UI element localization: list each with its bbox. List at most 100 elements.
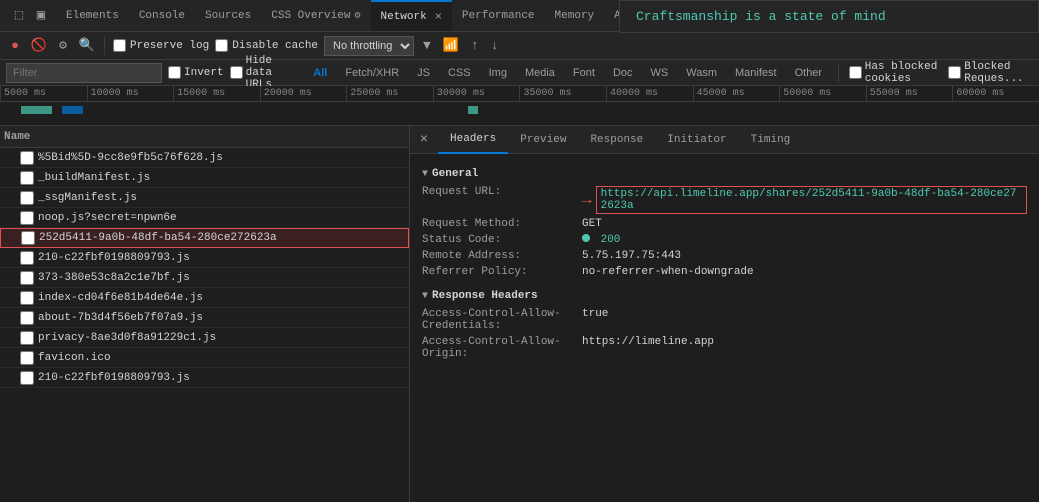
- request-checkbox-0[interactable]: [20, 151, 34, 165]
- has-blocked-cookies-checkbox[interactable]: [849, 66, 862, 79]
- detail-tab-initiator[interactable]: Initiator: [655, 126, 738, 154]
- request-item-5[interactable]: 210-c22fbf0198809793.js: [0, 248, 409, 268]
- filter-fetchxhr-btn[interactable]: Fetch/XHR: [339, 66, 405, 80]
- request-item-9[interactable]: privacy-8ae3d0f8a91229c1.js: [0, 328, 409, 348]
- blocked-requests-label[interactable]: Blocked Reques...: [948, 61, 1033, 85]
- waterfall-bar-3: [468, 106, 478, 114]
- download-icon[interactable]: ↓: [488, 38, 502, 53]
- request-url-row: Request URL: → https://api.limeline.app/…: [422, 184, 1027, 216]
- has-blocked-cookies-label[interactable]: Has blocked cookies: [849, 61, 942, 85]
- main-content: Name %5Bid%5D-9cc8e9fb5c76f628.js _build…: [0, 126, 1039, 502]
- filter-img-btn[interactable]: Img: [483, 66, 513, 80]
- detail-close-button[interactable]: ×: [410, 126, 438, 154]
- tab-sources[interactable]: Sources: [195, 0, 261, 32]
- status-code-value: 200: [582, 234, 1027, 246]
- disable-cache-label[interactable]: Disable cache: [215, 39, 318, 52]
- hide-data-urls-checkbox[interactable]: [230, 66, 243, 79]
- import-button[interactable]: ▼: [420, 38, 434, 53]
- status-dot: [582, 234, 590, 242]
- disable-cache-checkbox[interactable]: [215, 39, 228, 52]
- filter-other-btn[interactable]: Other: [789, 66, 829, 80]
- request-item-11[interactable]: 210-c22fbf0198809793.js: [0, 368, 409, 388]
- upload-icon[interactable]: ↑: [468, 38, 482, 53]
- filter-css-btn[interactable]: CSS: [442, 66, 477, 80]
- request-checkbox-1[interactable]: [20, 171, 34, 185]
- request-name-10: favicon.ico: [38, 352, 405, 364]
- request-checkbox-6[interactable]: [20, 271, 34, 285]
- request-item-8[interactable]: about-7b3d4f56eb7f07a9.js: [0, 308, 409, 328]
- request-checkbox-8[interactable]: [20, 311, 34, 325]
- access-control-origin-value: https://limeline.app: [582, 336, 1027, 360]
- request-checkbox-11[interactable]: [20, 371, 34, 385]
- request-item-4[interactable]: 252d5411-9a0b-48df-ba54-280ce272623a: [0, 228, 409, 248]
- response-headers-section-header[interactable]: ▼ Response Headers: [422, 290, 1027, 302]
- request-item-6[interactable]: 373-380e53c8a2c1e7bf.js: [0, 268, 409, 288]
- filter-all-btn[interactable]: All: [307, 66, 333, 80]
- invert-label[interactable]: Invert: [168, 66, 224, 79]
- detail-tab-response[interactable]: Response: [578, 126, 655, 154]
- request-list-header: Name: [0, 126, 409, 148]
- preserve-log-checkbox[interactable]: [113, 39, 126, 52]
- access-control-origin-key: Access-Control-Allow-Origin:: [422, 336, 582, 360]
- request-url-value[interactable]: https://api.limeline.app/shares/252d5411…: [596, 186, 1027, 214]
- filter-wasm-btn[interactable]: Wasm: [680, 66, 723, 80]
- request-item-0[interactable]: %5Bid%5D-9cc8e9fb5c76f628.js: [0, 148, 409, 168]
- tick-5000: 5000 ms: [0, 86, 87, 101]
- blocked-requests-checkbox[interactable]: [948, 66, 961, 79]
- access-control-origin-row: Access-Control-Allow-Origin: https://lim…: [422, 334, 1027, 362]
- detail-tab-timing[interactable]: Timing: [739, 126, 803, 154]
- request-checkbox-4[interactable]: [21, 231, 35, 245]
- tab-performance[interactable]: Performance: [452, 0, 545, 32]
- request-name-8: about-7b3d4f56eb7f07a9.js: [38, 312, 405, 324]
- request-checkbox-7[interactable]: [20, 291, 34, 305]
- wifi-icon[interactable]: 📶: [440, 38, 462, 53]
- tick-50000: 50000 ms: [779, 86, 866, 101]
- toolbar-separator-1: [104, 37, 105, 55]
- access-control-credentials-key: Access-Control-Allow-Credentials:: [422, 308, 582, 332]
- request-checkbox-9[interactable]: [20, 331, 34, 345]
- devtools-icons: ⬚ ▣: [4, 7, 56, 25]
- request-checkbox-2[interactable]: [20, 191, 34, 205]
- filter-manifest-btn[interactable]: Manifest: [729, 66, 783, 80]
- tab-console[interactable]: Console: [129, 0, 195, 32]
- request-item-1[interactable]: _buildManifest.js: [0, 168, 409, 188]
- arrow-indicator: →: [582, 191, 592, 209]
- device-icon[interactable]: ▣: [32, 7, 50, 25]
- general-section-header[interactable]: ▼ General: [422, 168, 1027, 180]
- filter-ws-btn[interactable]: WS: [645, 66, 675, 80]
- filter-media-btn[interactable]: Media: [519, 66, 561, 80]
- filter-font-btn[interactable]: Font: [567, 66, 601, 80]
- access-control-credentials-value: true: [582, 308, 1027, 332]
- request-item-10[interactable]: favicon.ico: [0, 348, 409, 368]
- throttle-select[interactable]: No throttling Fast 3G Slow 3G Offline: [324, 36, 414, 56]
- invert-checkbox[interactable]: [168, 66, 181, 79]
- filter-input[interactable]: [6, 63, 162, 83]
- record-button[interactable]: ●: [6, 37, 24, 55]
- detail-tab-headers[interactable]: Headers: [438, 126, 508, 154]
- inspect-icon[interactable]: ⬚: [10, 7, 28, 25]
- request-name-0: %5Bid%5D-9cc8e9fb5c76f628.js: [38, 152, 405, 164]
- preserve-log-label[interactable]: Preserve log: [113, 39, 209, 52]
- search-button[interactable]: 🔍: [78, 37, 96, 55]
- network-tab-close[interactable]: ×: [435, 10, 442, 24]
- tick-45000: 45000 ms: [693, 86, 780, 101]
- filter-separator: [838, 64, 839, 82]
- request-checkbox-5[interactable]: [20, 251, 34, 265]
- tab-elements[interactable]: Elements: [56, 0, 129, 32]
- tab-network[interactable]: Network ×: [371, 0, 452, 32]
- request-checkbox-10[interactable]: [20, 351, 34, 365]
- timeline-ruler: 5000 ms 10000 ms 15000 ms 20000 ms 25000…: [0, 86, 1039, 102]
- filter-bar: Invert Hide data URLs All Fetch/XHR JS C…: [0, 60, 1039, 86]
- request-item-7[interactable]: index-cd04f6e81b4de64e.js: [0, 288, 409, 308]
- clear-button[interactable]: 🚫: [30, 37, 48, 55]
- filter-js-btn[interactable]: JS: [411, 66, 436, 80]
- tab-css-overview[interactable]: CSS Overview ⚙: [261, 0, 370, 32]
- tab-memory[interactable]: Memory: [545, 0, 605, 32]
- request-item-3[interactable]: noop.js?secret=npwn6e: [0, 208, 409, 228]
- filter-doc-btn[interactable]: Doc: [607, 66, 639, 80]
- filter-icon[interactable]: ⚙: [54, 37, 72, 55]
- detail-tab-preview[interactable]: Preview: [508, 126, 578, 154]
- remote-address-row: Remote Address: 5.75.197.75:443: [422, 248, 1027, 264]
- request-checkbox-3[interactable]: [20, 211, 34, 225]
- request-item-2[interactable]: _ssgManifest.js: [0, 188, 409, 208]
